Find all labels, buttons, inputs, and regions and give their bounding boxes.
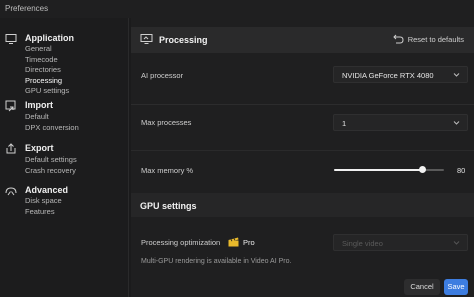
sidebar-section-label: Import	[25, 100, 53, 110]
sidebar-item-general[interactable]: General	[25, 44, 52, 53]
sidebar-item-import-default[interactable]: Default	[25, 112, 49, 121]
panel-header: Processing Reset to defaults	[131, 27, 474, 53]
clapperboard-icon	[228, 237, 239, 247]
max-memory-label: Max memory %	[141, 166, 194, 175]
chevron-down-icon	[453, 73, 460, 77]
processing-icon	[140, 34, 153, 44]
max-processes-value: 1	[342, 119, 347, 128]
reset-icon[interactable]	[393, 33, 404, 44]
chevron-down-icon	[453, 241, 460, 245]
monitor-icon	[5, 34, 17, 44]
max-memory-slider-fill	[334, 169, 422, 171]
sidebar-section-label: Advanced	[25, 185, 69, 195]
sidebar-section-label: Export	[25, 143, 54, 153]
sidebar-section-label: Application	[25, 33, 74, 43]
processing-optimization-label: Processing optimization	[141, 238, 221, 247]
advanced-icon	[5, 187, 17, 196]
window-title: Preferences	[5, 4, 49, 13]
pro-badge: Pro	[243, 238, 255, 247]
max-processes-label: Max processes	[141, 118, 192, 127]
gpu-settings-header: GPU settings	[131, 193, 474, 217]
gpu-settings-title: GPU settings	[140, 201, 197, 211]
main-panel	[131, 18, 474, 297]
max-memory-slider-handle[interactable]	[418, 166, 426, 173]
sidebar-item-crash-recovery[interactable]: Crash recovery	[25, 166, 76, 175]
chevron-down-icon	[453, 121, 460, 125]
processing-optimization-select[interactable]: Single video	[333, 234, 468, 251]
export-icon	[6, 143, 16, 154]
max-memory-value: 80	[457, 166, 466, 175]
ai-processor-select[interactable]: NVIDIA GeForce RTX 4080	[333, 66, 468, 83]
panel-title: Processing	[159, 35, 208, 45]
sidebar-divider	[128, 18, 129, 297]
max-processes-select[interactable]: 1	[333, 114, 468, 131]
sidebar-item-processing[interactable]: Processing	[25, 76, 62, 85]
divider	[131, 150, 474, 151]
ai-processor-value: NVIDIA GeForce RTX 4080	[342, 71, 434, 80]
processing-optimization-placeholder: Single video	[342, 239, 383, 248]
sidebar-item-directories[interactable]: Directories	[25, 65, 61, 74]
sidebar-item-dpx-conversion[interactable]: DPX conversion	[25, 123, 79, 132]
sidebar-item-default-settings[interactable]: Default settings	[25, 155, 77, 164]
reset-to-defaults-button[interactable]: Reset to defaults	[408, 35, 464, 44]
cancel-button[interactable]: Cancel	[404, 279, 440, 295]
ai-processor-label: AI processor	[141, 71, 184, 80]
multi-gpu-note: Multi-GPU rendering is available in Vide…	[141, 258, 292, 265]
import-icon	[5, 100, 16, 112]
sidebar-item-disk-space[interactable]: Disk space	[25, 196, 62, 205]
sidebar-item-gpu-settings[interactable]: GPU settings	[25, 86, 69, 95]
sidebar-item-timecode[interactable]: Timecode	[25, 55, 58, 64]
sidebar-item-features[interactable]: Features	[25, 207, 55, 216]
divider	[131, 104, 474, 105]
title-bar: Preferences	[0, 0, 474, 18]
save-button[interactable]: Save	[444, 279, 468, 295]
